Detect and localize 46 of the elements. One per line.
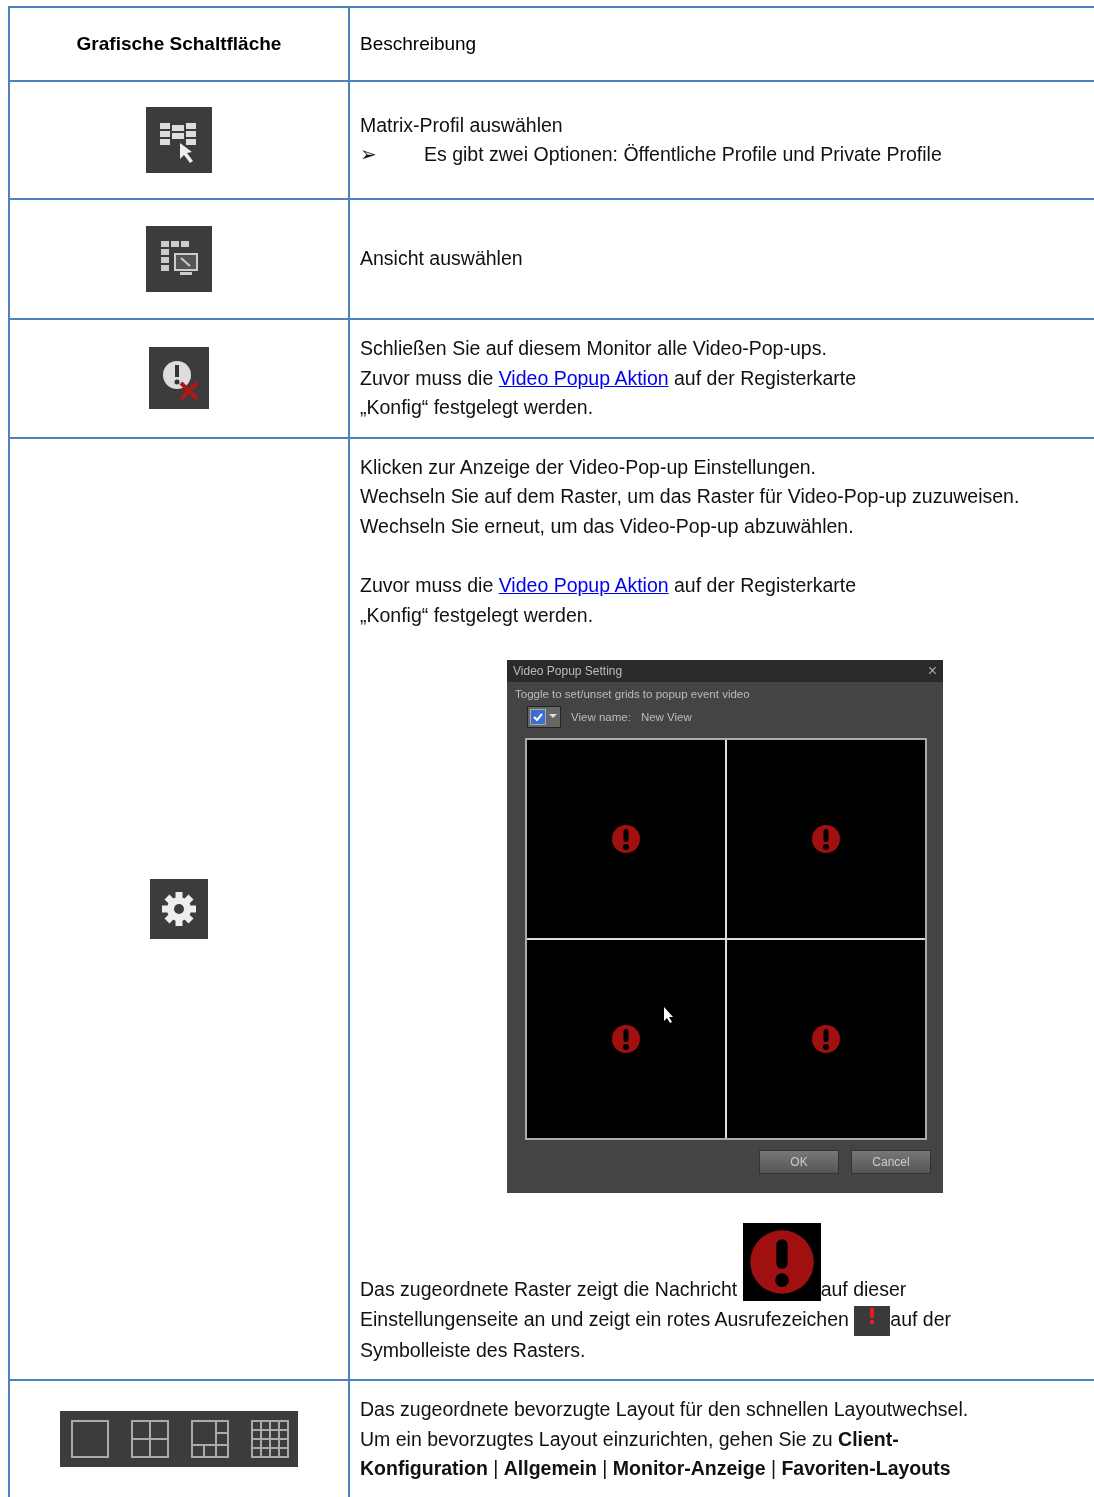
video-grid-cell[interactable]	[527, 740, 725, 938]
alert-icon	[611, 1024, 641, 1054]
dialog-title: Video Popup Setting	[513, 664, 623, 678]
bullet-arrow: ➢	[360, 142, 378, 167]
description-text: Wechseln Sie erneut, um das Video-Pop-up abzuwählen.	[360, 514, 854, 537]
exclamation-icon	[854, 1305, 891, 1336]
description-text: Matrix-Profil auswählen	[360, 113, 563, 136]
description-text: auf der Registerkarte	[673, 366, 857, 389]
description-text: Symbolleiste des Rasters.	[360, 1338, 586, 1361]
ok-button[interactable]: OK	[759, 1150, 839, 1174]
video-grid-cell[interactable]	[527, 940, 725, 1138]
description-text: Zuvor muss die	[360, 574, 495, 596]
description-text: Das zugeordnete bevorzugte Layout für den schnellen Layoutwechsel.	[360, 1398, 969, 1420]
cancel-button[interactable]: Cancel	[851, 1150, 931, 1174]
description-text: Konfiguration | Allgemein | Monitor-Anzeige | Favoriten-Layouts	[360, 1457, 951, 1479]
description-text: Es gibt zwei Optionen: Öffentliche Profile und Private Profile	[424, 143, 942, 165]
view-dropdown[interactable]	[527, 706, 561, 728]
view-name-label: View name:	[571, 711, 631, 723]
column-header: Beschreibung	[360, 33, 478, 55]
video-popup-link[interactable]: Video Popup Aktion	[498, 574, 669, 596]
column-header: Grafische Schaltfläche	[76, 33, 282, 55]
description-text: auf der Registerkarte	[673, 574, 857, 596]
description-text: auf dieser	[820, 1278, 907, 1300]
description-text: Klicken zur Anzeige der Video-Pop-up Einstellungen.	[360, 455, 816, 478]
alert-icon	[811, 824, 841, 854]
description-text: Einstellungenseite an und zeigt ein rotes Ausrufezeichen	[360, 1307, 850, 1330]
description-text: Zuvor muss die	[360, 366, 495, 389]
alert-icon	[811, 1024, 841, 1054]
cursor-icon	[663, 1006, 675, 1024]
alert-message-icon	[742, 1223, 821, 1301]
description-text: Ansicht auswählen	[360, 247, 523, 270]
description-text: „Konfig“ festgelegt werden.	[360, 603, 594, 626]
video-grid-cell[interactable]	[727, 740, 925, 938]
description-text: auf der	[890, 1307, 952, 1330]
video-popup-link[interactable]: Video Popup Aktion	[498, 366, 669, 389]
dialog-hint: Toggle to set/unset grids to popup event video	[515, 688, 751, 700]
close-button[interactable]: ×	[927, 662, 937, 680]
description-text: Um ein bevorzugtes Layout einzurichten, gehen Sie zu Client-	[360, 1427, 899, 1450]
view-name-value: New View	[640, 711, 692, 723]
checkbox[interactable]	[530, 709, 546, 725]
description-text: Schließen Sie auf diesem Monitor alle Video-Pop-ups.	[360, 337, 827, 359]
alert-icon	[611, 824, 641, 854]
description-text: Das zugeordnete Raster zeigt die Nachricht	[360, 1278, 739, 1300]
description-text: „Konfig“ festgelegt werden.	[360, 396, 594, 418]
video-grid-cell[interactable]	[727, 940, 925, 1138]
description-text: Wechseln Sie auf dem Raster, um das Raster für Video-Pop-up zuzuweisen.	[360, 485, 1020, 507]
